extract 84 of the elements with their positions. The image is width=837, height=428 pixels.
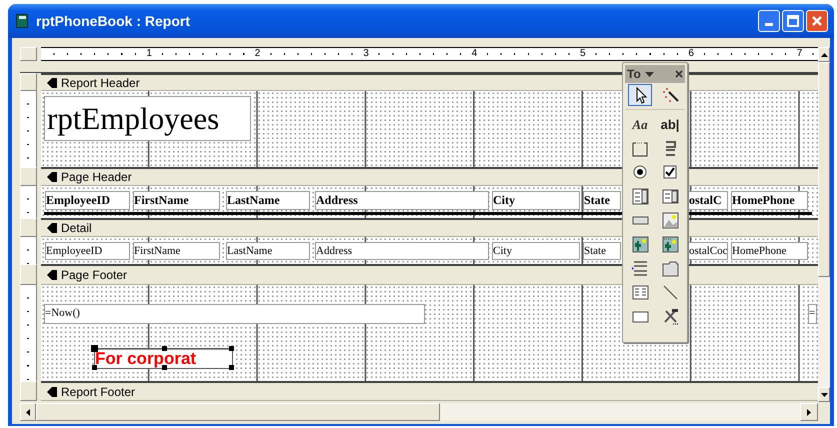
image-icon: [660, 210, 680, 230]
section-bar[interactable]: Page Header: [41, 167, 818, 186]
section-selector[interactable]: [20, 264, 37, 285]
right-arrow-icon: [807, 408, 811, 416]
toolbox-tool[interactable]: [628, 84, 652, 106]
maximize-button[interactable]: [782, 10, 804, 32]
radio-button-icon: [630, 162, 650, 182]
text-box[interactable]: FirstName: [133, 242, 220, 260]
left-arrow-icon: [26, 408, 30, 416]
scroll-left-button[interactable]: [20, 403, 36, 421]
up-arrow-icon: [820, 52, 828, 56]
section-selector[interactable]: [20, 73, 37, 91]
close-icon[interactable]: [675, 70, 683, 78]
section-title: Page Footer: [61, 267, 128, 284]
section-title: Report Footer: [61, 384, 136, 400]
text-box[interactable]: HomePhone: [731, 242, 808, 260]
section-selector[interactable]: [20, 218, 37, 237]
selection-handle[interactable]: [229, 346, 234, 351]
scrollbar-thumb[interactable]: [36, 403, 440, 421]
section-marker-icon: [47, 386, 57, 396]
list-box-icon: [660, 186, 680, 206]
text-box[interactable]: Address: [315, 242, 489, 260]
section-bar[interactable]: Page Footer: [41, 264, 818, 285]
text-box[interactable]: EmployeeID: [45, 242, 130, 260]
tab-control-icon: [660, 258, 680, 278]
column-label[interactable]: ostalC: [688, 191, 728, 210]
vertical-ruler: [20, 237, 37, 264]
minimize-button[interactable]: [758, 10, 780, 32]
down-arrow-icon: [820, 392, 828, 396]
combo-box-icon: [630, 186, 650, 206]
ruler-corner: [20, 47, 37, 61]
subform-icon: [630, 282, 650, 302]
report-title[interactable]: rptEmployees: [44, 96, 251, 141]
bound-object-frame-icon: [660, 234, 680, 254]
dropdown-icon[interactable]: [644, 72, 654, 76]
column-label[interactable]: LastName: [226, 191, 310, 210]
text-box[interactable]: =Now(): [44, 304, 425, 324]
toolbox-tool[interactable]: Aa: [628, 113, 652, 135]
section-selector[interactable]: [20, 167, 37, 186]
book-icon: [16, 14, 28, 28]
text-box[interactable]: ostalCoc: [688, 242, 728, 260]
magic-wand-icon: [660, 86, 680, 104]
scroll-right-button[interactable]: [800, 403, 818, 421]
column-label[interactable]: State: [583, 191, 621, 210]
vertical-scrollbar[interactable]: [818, 47, 830, 402]
section-bar[interactable]: Detail: [41, 218, 818, 237]
selection-handle[interactable]: [91, 345, 98, 352]
column-label[interactable]: FirstName: [133, 191, 220, 210]
text-box[interactable]: LastName: [226, 242, 310, 260]
section-selector[interactable]: [20, 381, 37, 401]
selection-handle[interactable]: [162, 346, 166, 351]
scrollbar-thumb[interactable]: [818, 62, 830, 277]
selection-handle[interactable]: [92, 365, 97, 370]
section-title: Page Header: [61, 169, 132, 186]
page-break-icon: [630, 258, 650, 278]
scroll-down-button[interactable]: [818, 387, 830, 402]
checkbox-icon: [660, 162, 680, 182]
scroll-up-button[interactable]: [818, 47, 830, 62]
section-marker-icon: [47, 78, 57, 88]
section-marker-icon: [47, 270, 57, 280]
maximize-icon: [787, 15, 799, 27]
line-icon: [660, 282, 680, 302]
selection-handle[interactable]: [229, 365, 234, 370]
caption-label[interactable]: For corporat: [95, 349, 232, 368]
column-label[interactable]: Address: [315, 191, 489, 210]
horizontal-scrollbar[interactable]: [20, 403, 818, 421]
column-label[interactable]: HomePhone: [731, 191, 808, 210]
section-marker-icon: [47, 223, 57, 233]
minimize-icon: [765, 23, 773, 26]
column-label[interactable]: EmployeeID: [45, 191, 130, 210]
column-label[interactable]: City: [492, 191, 580, 210]
section-marker-icon: [47, 172, 57, 182]
text-box[interactable]: =: [808, 304, 817, 324]
vertical-ruler: [20, 186, 37, 218]
text-box[interactable]: City: [492, 242, 580, 260]
section-title: Detail: [61, 220, 92, 237]
toolbox-tool[interactable]: ab|: [658, 113, 682, 135]
close-icon: [811, 15, 823, 27]
text-box[interactable]: State: [583, 242, 621, 260]
section-title: Report Header: [61, 74, 140, 92]
close-button[interactable]: [806, 10, 828, 32]
window-title: rptPhoneBook : Report: [36, 12, 190, 31]
object-frame-icon: [630, 234, 650, 254]
section-bar[interactable]: Report Footer: [41, 381, 818, 401]
